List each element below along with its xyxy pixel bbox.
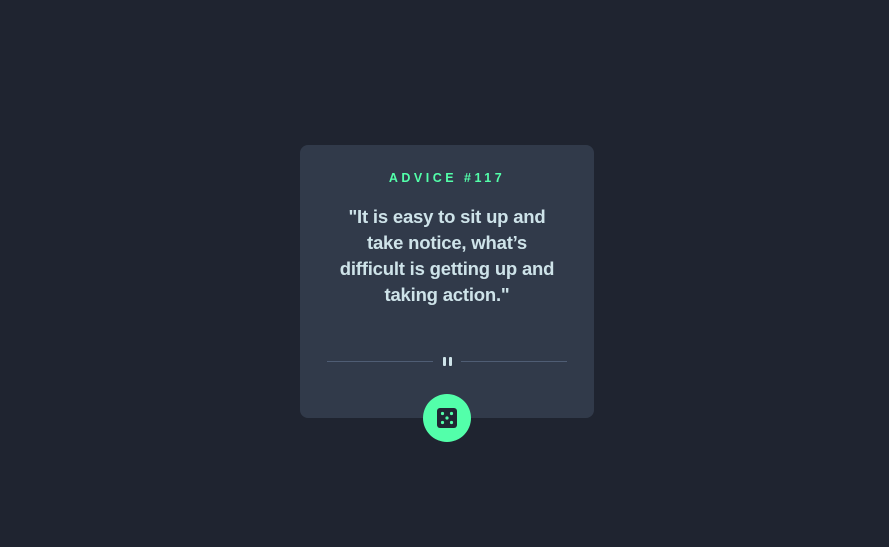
- pattern-divider: [327, 356, 567, 368]
- generate-advice-button[interactable]: [423, 394, 471, 442]
- dice-icon: [437, 408, 457, 428]
- divider-line-left: [327, 361, 433, 362]
- advice-card: ADVICE #117 "It is easy to sit up and ta…: [300, 145, 594, 418]
- pause-icon: [441, 356, 453, 368]
- divider-line-right: [461, 361, 567, 362]
- advice-id: ADVICE #117: [388, 171, 506, 185]
- advice-quote: "It is easy to sit up and take notice, w…: [339, 206, 555, 305]
